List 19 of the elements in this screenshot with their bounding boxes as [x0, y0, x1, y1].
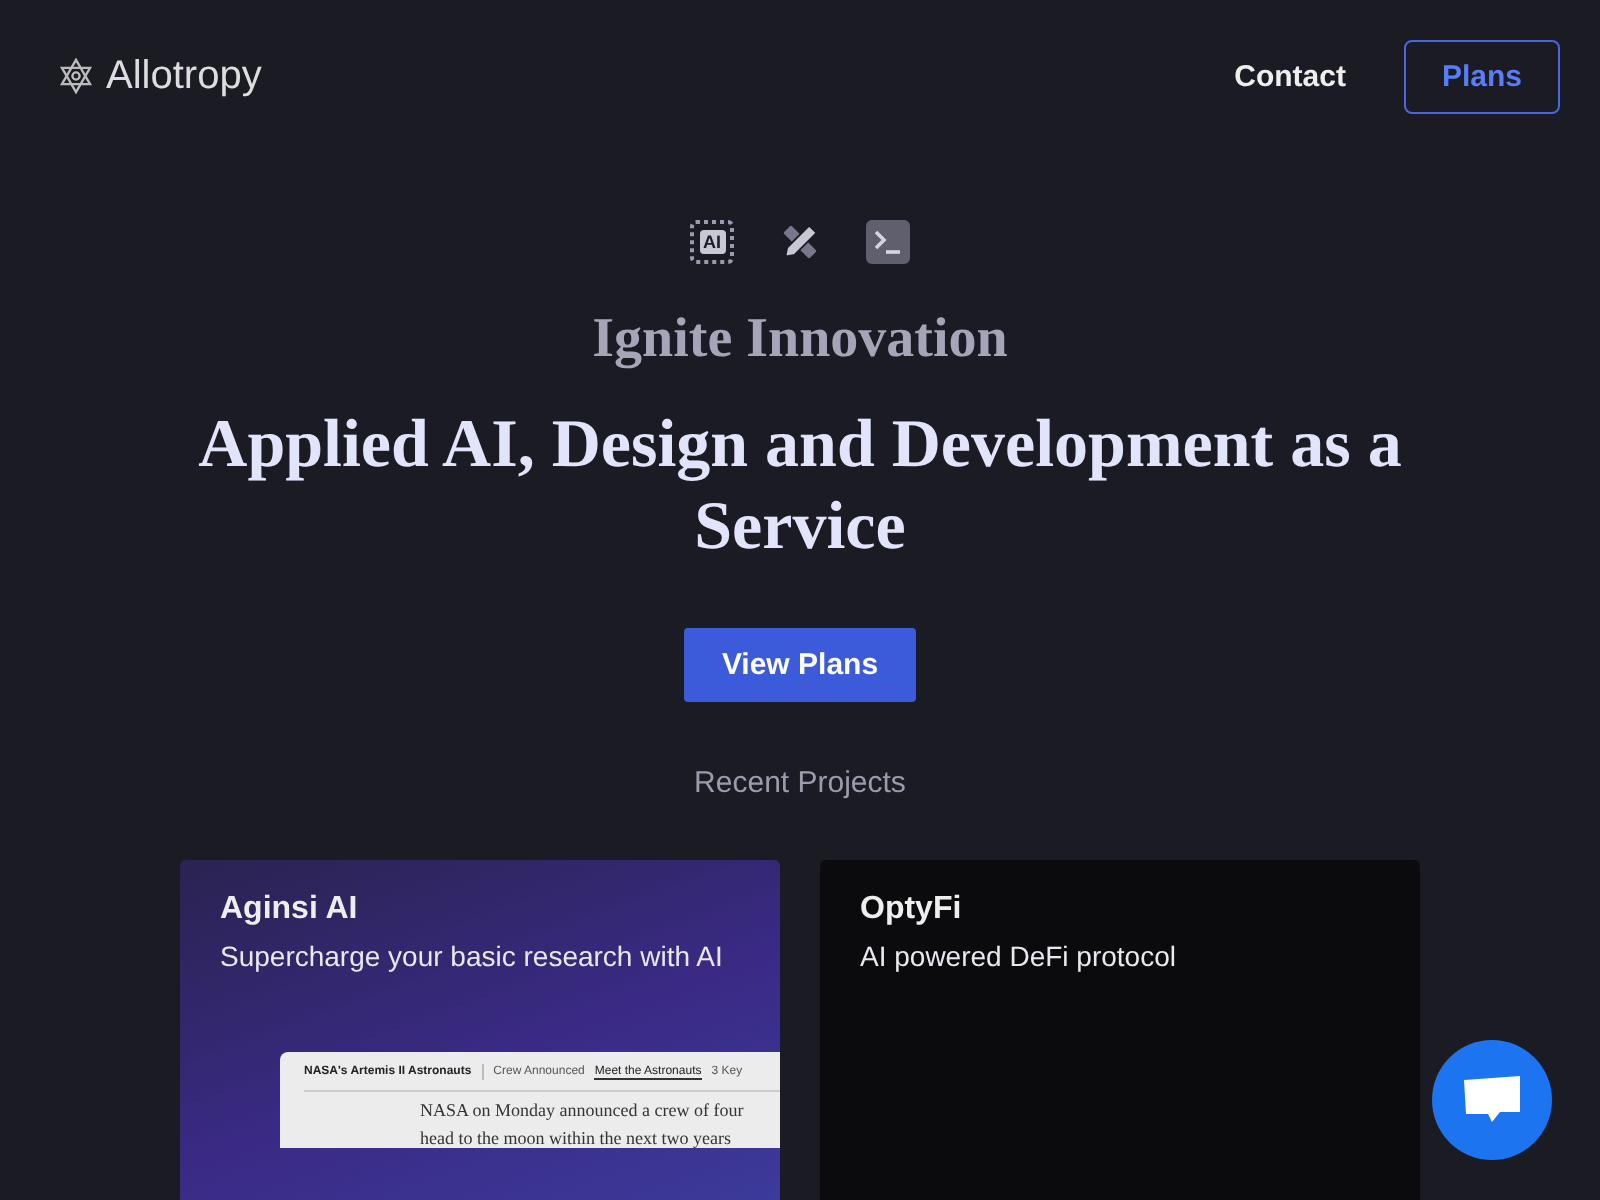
project-title: OptyFi	[860, 892, 964, 928]
article-text: NASA on Monday announced a crew of four	[420, 1100, 746, 1120]
chip-icon: AI	[690, 220, 734, 264]
hero-title: Applied AI, Design and Development as a Service	[196, 406, 1404, 568]
plans-button[interactable]: Plans	[1403, 39, 1560, 113]
project-card[interactable]	[180, 860, 780, 1200]
view-plans-button[interactable]: View Plans	[683, 628, 917, 702]
article-text: head to the moon within the next two years	[420, 1128, 733, 1148]
project-title: Aginsi AI	[220, 892, 360, 928]
pencil-ruler-icon	[778, 220, 822, 264]
terminal-icon	[866, 220, 910, 264]
project-description: AI powered DeFi protocol	[860, 940, 1178, 972]
eyebrow-heading: Ignite Innovation	[592, 308, 1008, 372]
project-card[interactable]: OptyFi AI powered DeFi protocol	[820, 860, 1420, 1200]
logo-text[interactable]: Allotropy	[106, 53, 262, 99]
nav-link[interactable]: Contact	[1234, 59, 1346, 93]
section-heading: Recent Projects	[694, 766, 906, 800]
star-logo-icon	[58, 58, 94, 94]
project-description: Supercharge your basic research with AI	[220, 940, 725, 972]
